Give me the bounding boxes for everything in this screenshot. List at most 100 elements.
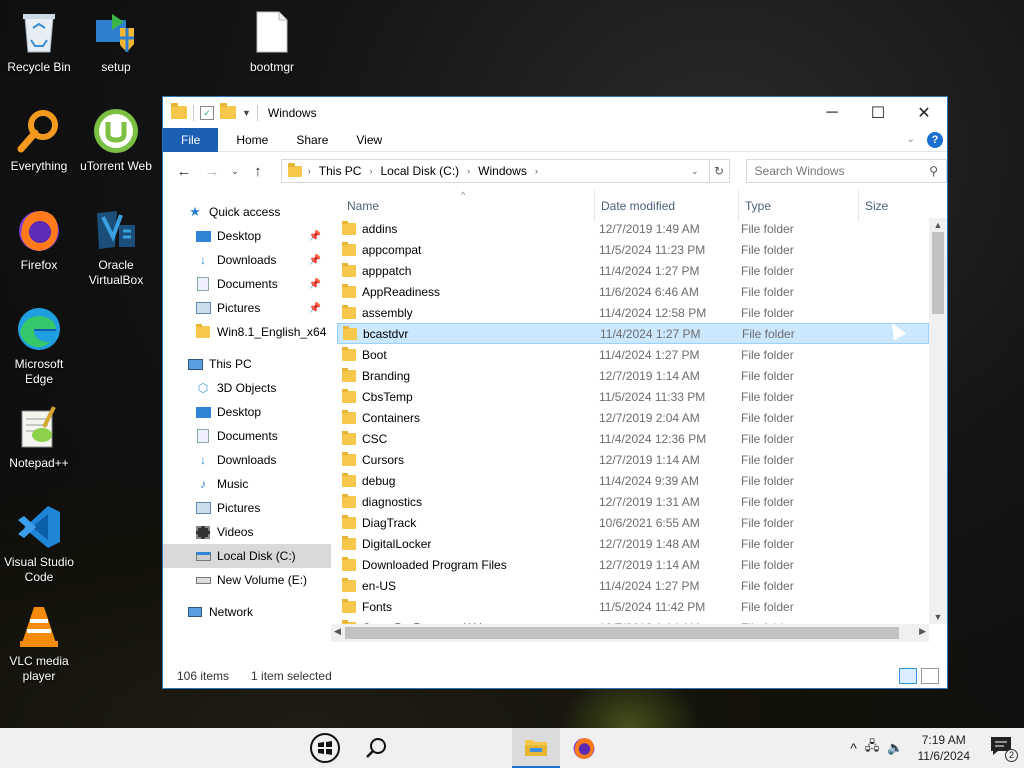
horizontal-scrollbar[interactable]: ◀ ▶ bbox=[331, 624, 929, 642]
nav-pc-downloads[interactable]: ↓ Downloads bbox=[163, 448, 331, 472]
chevron-right-icon[interactable]: › bbox=[369, 166, 372, 176]
search-button[interactable] bbox=[352, 728, 400, 768]
scrollbar-thumb[interactable] bbox=[345, 627, 899, 639]
table-row[interactable]: Boot 11/4/2024 1:27 PM File folder bbox=[337, 344, 929, 365]
chevron-right-icon[interactable]: › bbox=[467, 166, 470, 176]
desktop-icon-everything[interactable]: Everything bbox=[1, 107, 77, 174]
table-row[interactable]: Branding 12/7/2019 1:14 AM File folder bbox=[337, 365, 929, 386]
close-button[interactable]: ✕ bbox=[901, 97, 947, 128]
search-input[interactable]: Search Windows ⚲ bbox=[745, 159, 948, 183]
scrollbar-thumb[interactable] bbox=[932, 232, 944, 314]
nav-pc-pictures[interactable]: Pictures bbox=[163, 496, 331, 520]
table-row[interactable]: Downloaded Program Files 12/7/2019 1:14 A… bbox=[337, 554, 929, 575]
recent-locations-button[interactable]: ⌄ bbox=[229, 166, 241, 177]
table-row[interactable]: diagnostics 12/7/2019 1:31 AM File folder bbox=[337, 491, 929, 512]
desktop-icon-firefox[interactable]: Firefox bbox=[1, 206, 77, 273]
nav-quick-access[interactable]: ★ Quick access bbox=[163, 200, 331, 224]
table-row[interactable]: CSC 11/4/2024 12:36 PM File folder bbox=[337, 428, 929, 449]
nav-documents[interactable]: Documents 📌 bbox=[163, 272, 331, 296]
scroll-right-icon[interactable]: ▶ bbox=[919, 626, 926, 637]
desktop-icon-vscode[interactable]: Visual Studio Code bbox=[1, 503, 77, 585]
nav-this-pc[interactable]: This PC bbox=[163, 352, 331, 376]
table-row[interactable]: GameBarPresenceWriter12/7/2019 1:14 AMFi… bbox=[337, 617, 929, 624]
nav-win81[interactable]: Win8.1_English_x64 bbox=[163, 320, 331, 344]
tab-share[interactable]: Share bbox=[282, 128, 342, 152]
scroll-left-icon[interactable]: ◀ bbox=[334, 626, 341, 637]
address-bar[interactable]: › This PC › Local Disk (C:) › Windows › … bbox=[280, 159, 730, 183]
scroll-up-icon[interactable]: ▲ bbox=[929, 220, 947, 230]
large-icons-view-button[interactable] bbox=[921, 668, 939, 684]
pin-icon[interactable]: 📌 bbox=[309, 303, 321, 314]
desktop-icon-notepadpp[interactable]: Notepad++ bbox=[1, 404, 77, 471]
desktop-icon-edge[interactable]: Microsoft Edge bbox=[1, 305, 77, 387]
breadcrumb-local-disk[interactable]: Local Disk (C:) bbox=[380, 164, 459, 178]
start-button[interactable] bbox=[301, 728, 349, 768]
nav-pc-desktop[interactable]: Desktop bbox=[163, 400, 331, 424]
table-row[interactable]: debug 11/4/2024 9:39 AM File folder bbox=[337, 470, 929, 491]
tab-home[interactable]: Home bbox=[222, 128, 282, 152]
notification-center-button[interactable]: 2 bbox=[990, 736, 1018, 762]
table-row[interactable]: DiagTrack 10/6/2021 6:55 AM File folder bbox=[337, 512, 929, 533]
nav-new-volume[interactable]: New Volume (E:) bbox=[163, 568, 331, 592]
table-row[interactable]: appcompat 11/5/2024 11:23 PM File folder bbox=[337, 239, 929, 260]
up-button[interactable]: ↑ bbox=[247, 163, 269, 180]
nav-videos[interactable]: Videos bbox=[163, 520, 331, 544]
taskbar-firefox[interactable] bbox=[560, 728, 608, 768]
expand-ribbon-icon[interactable]: ⌄ bbox=[907, 134, 915, 145]
minimize-button[interactable]: ─ bbox=[809, 97, 855, 128]
refresh-button[interactable]: ↻ bbox=[708, 160, 729, 182]
table-row[interactable]: assembly 11/4/2024 12:58 PM File folder bbox=[337, 302, 929, 323]
desktop-icon-vlc[interactable]: VLC media player bbox=[1, 602, 77, 684]
table-row[interactable]: addins 12/7/2019 1:49 AM File folder bbox=[337, 218, 929, 239]
back-button[interactable]: ← bbox=[173, 163, 195, 180]
details-view-button[interactable] bbox=[899, 668, 917, 684]
table-row[interactable]: Cursors 12/7/2019 1:14 AM File folder bbox=[337, 449, 929, 470]
customize-toolbar-icon[interactable]: ▼ bbox=[242, 108, 251, 118]
properties-icon[interactable]: ✓ bbox=[200, 105, 214, 120]
nav-pictures[interactable]: Pictures 📌 bbox=[163, 296, 331, 320]
pin-icon[interactable]: 📌 bbox=[309, 231, 321, 242]
table-row[interactable]: en-US 11/4/2024 1:27 PM File folder bbox=[337, 575, 929, 596]
table-row[interactable]: Containers 12/7/2019 2:04 AM File folder bbox=[337, 407, 929, 428]
help-icon[interactable]: ? bbox=[927, 131, 943, 148]
taskbar-file-explorer[interactable] bbox=[512, 728, 560, 768]
nav-music[interactable]: ♪ Music bbox=[163, 472, 331, 496]
nav-pc-documents[interactable]: Documents bbox=[163, 424, 331, 448]
scroll-down-icon[interactable]: ▼ bbox=[929, 612, 947, 622]
pin-icon[interactable]: 📌 bbox=[309, 255, 321, 266]
nav-local-disk[interactable]: Local Disk (C:) bbox=[163, 544, 331, 568]
table-row[interactable]: CbsTemp 11/5/2024 11:33 PM File folder bbox=[337, 386, 929, 407]
nav-downloads[interactable]: ↓ Downloads 📌 bbox=[163, 248, 331, 272]
new-folder-icon[interactable] bbox=[220, 103, 236, 119]
address-dropdown-icon[interactable]: ⌄ bbox=[691, 166, 699, 177]
forward-button[interactable]: → bbox=[201, 163, 223, 180]
maximize-button[interactable]: ☐ bbox=[855, 97, 901, 128]
vertical-scrollbar[interactable]: ▲ ▼ bbox=[929, 218, 947, 624]
clock[interactable]: 7:19 AM 11/6/2024 bbox=[918, 732, 971, 764]
breadcrumb-this-pc[interactable]: This PC bbox=[319, 164, 362, 178]
table-row[interactable]: apppatch 11/4/2024 1:27 PM File folder bbox=[337, 260, 929, 281]
desktop-icon-bootmgr[interactable]: bootmgr bbox=[234, 8, 310, 75]
pin-icon[interactable]: 📌 bbox=[309, 279, 321, 290]
volume-icon[interactable]: 🔈 bbox=[887, 740, 903, 756]
desktop-icon-utorrent[interactable]: uTorrent Web bbox=[78, 107, 154, 174]
desktop-icon-recycle-bin[interactable]: Recycle Bin bbox=[1, 8, 77, 75]
search-icon[interactable]: ⚲ bbox=[929, 164, 938, 178]
network-icon[interactable]: 🖧 bbox=[865, 737, 880, 759]
title-bar[interactable]: ✓ ▼ Windows ─ ☐ ✕ bbox=[163, 97, 947, 128]
table-row[interactable]: AppReadiness 11/6/2024 6:46 AM File folder bbox=[337, 281, 929, 302]
chevron-up-icon[interactable]: ^ bbox=[850, 740, 857, 756]
breadcrumb-windows[interactable]: Windows bbox=[478, 164, 527, 178]
tab-file[interactable]: File bbox=[163, 127, 219, 152]
table-row[interactable]: Fonts 11/5/2024 11:42 PM File folder bbox=[337, 596, 929, 617]
nav-desktop[interactable]: Desktop 📌 bbox=[163, 224, 331, 248]
desktop-icon-virtualbox[interactable]: Oracle VirtualBox bbox=[78, 206, 154, 288]
table-row[interactable]: DigitalLocker 12/7/2019 1:48 AM File folde… bbox=[337, 533, 929, 554]
nav-network[interactable]: Network bbox=[163, 600, 331, 624]
tab-view[interactable]: View bbox=[342, 128, 396, 152]
desktop-icon-setup[interactable]: setup bbox=[78, 8, 154, 75]
table-row[interactable]: bcastdvr 11/4/2024 1:27 PM File folder bbox=[337, 323, 929, 344]
chevron-right-icon[interactable]: › bbox=[535, 166, 538, 176]
chevron-right-icon[interactable]: › bbox=[308, 166, 311, 176]
nav-3d-objects[interactable]: ⬡ 3D Objects bbox=[163, 376, 331, 400]
